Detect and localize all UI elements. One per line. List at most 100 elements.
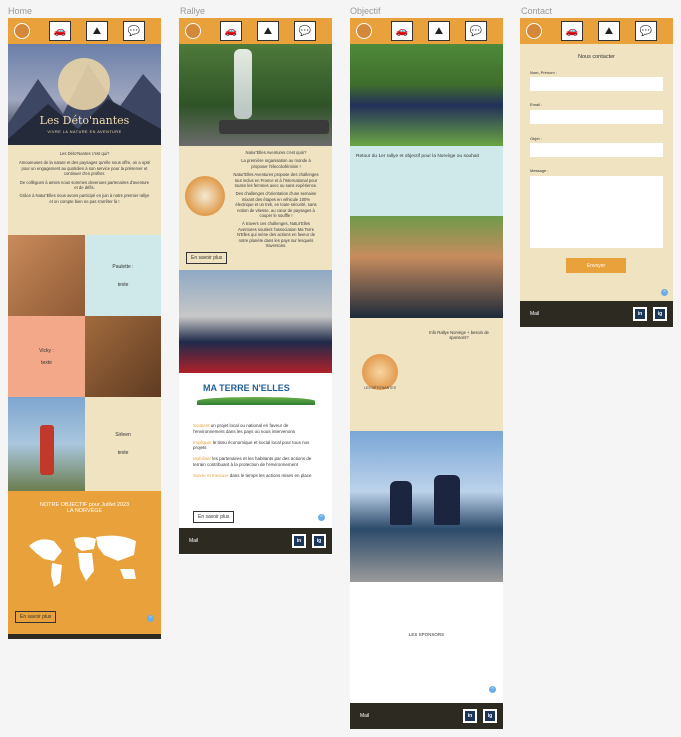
car-icon[interactable]: 🚗 <box>561 21 583 41</box>
learn-more-button[interactable]: En savoir plus <box>15 611 57 623</box>
member-text: texte <box>117 450 129 456</box>
rallye-bullet-key: Impliquer <box>193 439 212 445</box>
member-card: Paulette : texte <box>85 235 161 316</box>
sponsors-section: LES SPONSORS ⌃ <box>350 582 503 703</box>
lake-photo <box>350 431 503 582</box>
instagram-icon[interactable]: ig <box>653 307 667 321</box>
car-icon[interactable]: 🚗 <box>49 21 71 41</box>
team-photo <box>179 270 332 373</box>
people-icon[interactable]: ⛰ <box>428 21 450 41</box>
rallye-paragraph: À travers ces challenges, Natur'Elles Av… <box>236 221 316 249</box>
chat-icon[interactable]: 💬 <box>465 21 487 41</box>
contact-title: Nous contacter <box>578 54 615 60</box>
objective-country: LA NORVÈGE <box>66 508 103 514</box>
objective-section: NOTRE OBJECTIF pour Juillet 2023 LA NORV… <box>8 491 161 634</box>
objectif-frame: 🚗 ⛰ 💬 Retour du 1er rallye et objectif p… <box>350 18 503 729</box>
member-photo <box>8 397 85 491</box>
rallye-paragraph: Natur'Elles Aventures propose des challe… <box>233 172 319 189</box>
instagram-icon[interactable]: ig <box>483 709 497 723</box>
email-input[interactable] <box>530 110 663 124</box>
chat-icon[interactable]: 💬 <box>123 21 145 41</box>
rallye-bullet: Soutient un projet local ou national en … <box>193 423 319 435</box>
logo[interactable] <box>356 23 372 39</box>
logo[interactable] <box>185 23 201 39</box>
email-label: Email : <box>530 102 543 107</box>
member-text: texte <box>41 359 52 366</box>
brand-title: Les Déto'nantes <box>39 114 130 127</box>
team-badge <box>362 354 398 390</box>
logo[interactable] <box>526 23 542 39</box>
member-photo <box>85 316 161 397</box>
rallye-paragraph: Des challenges d'orientation d'une semai… <box>235 191 317 219</box>
chat-icon[interactable]: 💬 <box>635 21 657 41</box>
member-row: Sirleen texte <box>8 397 161 491</box>
people-icon[interactable]: ⛰ <box>598 21 620 41</box>
chat-icon[interactable]: 💬 <box>294 21 316 41</box>
contact-frame: 🚗 ⛰ 💬 Nous contacter Nom, Prénom : Email… <box>520 18 673 327</box>
compass-icon <box>185 176 225 216</box>
subject-input[interactable] <box>530 143 663 157</box>
linkedin-icon[interactable]: in <box>463 709 477 723</box>
linkedin-icon[interactable]: in <box>292 534 306 548</box>
scroll-top-icon[interactable]: ⌃ <box>318 514 325 521</box>
intro-paragraph: Grâce à Natur'Elles nous avons participé… <box>19 193 150 204</box>
people-icon[interactable]: ⛰ <box>86 21 108 41</box>
scroll-top-icon[interactable]: ⌃ <box>489 686 496 693</box>
waterfall-photo <box>179 44 332 146</box>
rally-photo <box>350 216 503 318</box>
intro-section: Les Déto'Nantes c'est qui? Amoureuses de… <box>8 145 161 235</box>
mail-link[interactable]: Mail <box>189 538 198 544</box>
scroll-top-icon[interactable]: ⌃ <box>147 615 154 622</box>
member-card: Sirleen texte <box>85 397 161 491</box>
footer: Mail in ig <box>520 301 673 327</box>
rallye-bullet: Impliquer le tissu économique et social … <box>193 440 319 452</box>
brand-tagline: VIVRE LA NATURE EN AVENTURE <box>47 130 122 134</box>
member-text: texte <box>117 281 129 288</box>
rallye-bullet-key: Suivre et mesurer <box>193 472 229 478</box>
member-name: Sirleen <box>115 432 131 438</box>
mail-link[interactable]: Mail <box>530 311 539 317</box>
learn-more-button[interactable]: En savoir plus <box>193 511 235 523</box>
rallye-bullet-text: les partenaires et les habitants par des… <box>193 456 312 467</box>
car-icon[interactable]: 🚗 <box>220 21 242 41</box>
frame-label-contact: Contact <box>521 6 553 16</box>
rallye-title: Natur'Elles Aventures c'est quoi? <box>245 150 307 155</box>
linkedin-icon[interactable]: in <box>633 307 647 321</box>
home-frame: 🚗 ⛰ 💬 Les Déto'nantes VIVRE LA NATURE EN… <box>8 18 161 639</box>
message-label: Message : <box>530 168 549 173</box>
ma-terre-logo: MA TERRE N'ELLES <box>203 383 290 393</box>
scroll-top-icon[interactable]: ⌃ <box>661 289 668 296</box>
intro-paragraph: Amoureuses de la nature et des paysages … <box>18 160 151 177</box>
footer: Mail in ig <box>179 528 332 554</box>
sponsor-info-text: Info Rallye Norvège + besoin de sponsors… <box>429 330 489 341</box>
message-textarea[interactable] <box>530 176 663 248</box>
sponsors-title: LES SPONSORS <box>408 632 445 637</box>
rallye-bullet-key: Mobiliser <box>193 456 212 462</box>
people-icon[interactable]: ⛰ <box>257 21 279 41</box>
rallye-bullet-text: dans le temps les actions mises en place <box>228 472 312 478</box>
subject-label: Objet : <box>530 136 542 141</box>
car-icon[interactable]: 🚗 <box>391 21 413 41</box>
team-badge-label: LES DÉTO'NANTES <box>363 386 397 390</box>
learn-more-button[interactable]: En savoir plus <box>186 252 228 264</box>
nav-bar: 🚗 ⛰ 💬 <box>8 18 161 44</box>
member-row: Paulette : texte <box>8 235 161 316</box>
objective-title: NOTRE OBJECTIF pour Juillet 2023 <box>39 502 130 508</box>
frame-label-rallye: Rallye <box>180 6 206 16</box>
group-photo <box>350 44 503 146</box>
name-input[interactable] <box>530 77 663 91</box>
intro-title: Les Déto'Nantes c'est qui? <box>59 151 110 156</box>
member-name: Vicky : <box>39 347 54 354</box>
member-card: Vicky : texte <box>8 316 85 397</box>
objective-text: Retour du 1er rallye et objectif pour la… <box>356 154 479 159</box>
footer: Mail in ig <box>8 634 161 639</box>
rallye-bullet: Mobiliser les partenaires et les habitan… <box>193 456 319 468</box>
submit-button[interactable]: Envoyer <box>566 258 626 273</box>
logo[interactable] <box>14 23 30 39</box>
name-label: Nom, Prénom : <box>530 70 557 75</box>
rallye-bullet: Suivre et mesurer dans le temps les acti… <box>193 473 319 479</box>
member-name: Paulette : <box>112 263 134 270</box>
mail-link[interactable]: Mail <box>360 713 369 719</box>
nav-bar: 🚗 ⛰ 💬 <box>520 18 673 44</box>
instagram-icon[interactable]: ig <box>312 534 326 548</box>
